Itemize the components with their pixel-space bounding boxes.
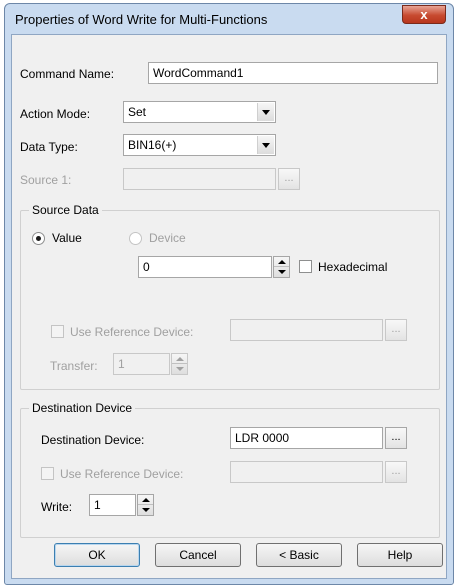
source-value-spinner[interactable] [273,256,290,278]
command-name-input[interactable]: WordCommand1 [148,62,438,84]
transfer-input[interactable]: 1 [113,353,170,375]
write-input[interactable]: 1 [89,494,136,516]
action-mode-label: Action Mode: [20,107,91,121]
help-button[interactable]: Help [357,543,443,567]
action-mode-select[interactable]: Set [123,101,276,123]
source-value-input[interactable]: 0 [138,256,272,278]
cancel-button[interactable]: Cancel [155,543,241,567]
destination-device-input[interactable]: LDR 0000 [230,427,383,449]
action-mode-value: Set [128,105,147,119]
source1-input[interactable] [123,168,276,190]
chevron-down-icon[interactable] [257,103,274,121]
destination-device-title: Destination Device [29,401,136,415]
write-spinner[interactable] [137,494,154,516]
dest-use-reference-device-label: Use Reference Device: [60,467,184,481]
write-label: Write: [41,500,73,514]
basic-button[interactable]: < Basic [256,543,342,567]
source1-label: Source 1: [20,173,72,187]
command-name-label: Command Name: [20,67,115,81]
destination-device-label: Destination Device: [41,433,145,447]
source1-browse-button[interactable]: ... [278,168,300,190]
source-reference-browse-button[interactable]: ... [385,319,407,341]
hexadecimal-checkbox[interactable] [299,260,312,273]
window-title: Properties of Word Write for Multi-Funct… [15,12,268,27]
device-radio-label: Device [149,231,186,245]
value-radio[interactable] [32,232,45,245]
transfer-spinner[interactable] [171,353,188,375]
source-reference-input[interactable] [230,319,383,341]
data-type-value: BIN16(+) [128,138,177,152]
source-data-title: Source Data [29,203,102,217]
destination-device-browse-button[interactable]: ... [385,427,407,449]
ok-button[interactable]: OK [54,543,140,567]
close-icon: x [420,7,428,22]
dialog-window: Properties of Word Write for Multi-Funct… [4,3,454,585]
dest-reference-input[interactable] [230,461,383,483]
value-radio-label: Value [52,231,82,245]
close-button[interactable]: x [402,5,446,24]
device-radio[interactable] [129,232,142,245]
use-reference-device-label: Use Reference Device: [70,325,194,339]
dest-reference-browse-button[interactable]: ... [385,461,407,483]
data-type-label: Data Type: [20,140,78,154]
dialog-body: Command Name: WordCommand1 Action Mode: … [11,34,447,579]
dest-use-reference-device-checkbox[interactable] [41,467,54,480]
transfer-label: Transfer: [50,359,98,373]
data-type-select[interactable]: BIN16(+) [123,134,276,156]
chevron-down-icon[interactable] [257,136,274,154]
hexadecimal-label: Hexadecimal [318,260,388,274]
title-bar[interactable]: Properties of Word Write for Multi-Funct… [5,4,453,34]
use-reference-device-checkbox[interactable] [51,325,64,338]
